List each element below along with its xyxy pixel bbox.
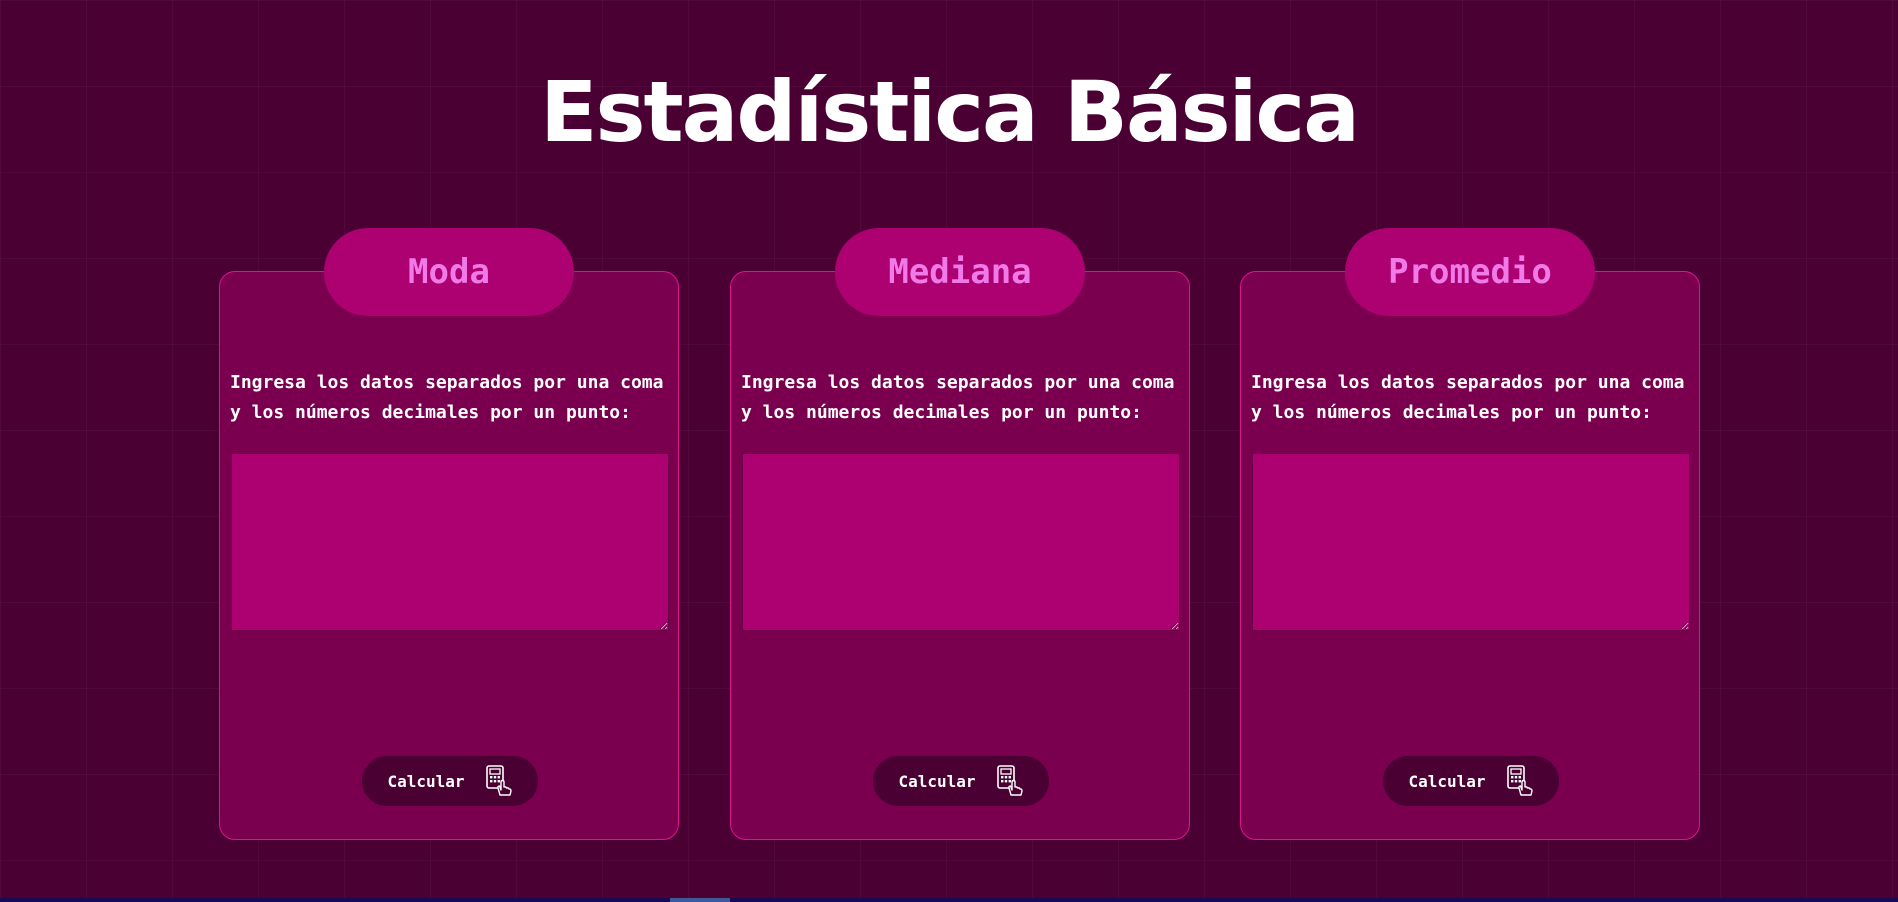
- card-instructions: Ingresa los datos separados por una coma…: [741, 372, 1175, 423]
- calculator-click-icon: [996, 765, 1024, 797]
- bottom-strip-accent: [670, 898, 730, 902]
- card-instructions: Ingresa los datos separados por una coma…: [1251, 372, 1685, 423]
- card-heading: Moda: [408, 252, 490, 292]
- calcular-moda-button[interactable]: Calcular: [362, 756, 538, 806]
- card-heading-pill: Promedio: [1345, 228, 1595, 316]
- card-instructions: Ingresa los datos separados por una coma…: [230, 372, 664, 423]
- card-heading: Mediana: [888, 252, 1032, 292]
- button-label: Calcular: [898, 771, 976, 791]
- button-label: Calcular: [387, 771, 465, 791]
- card-moda: Moda Ingresa los datos separados por una…: [219, 228, 679, 840]
- mediana-data-input[interactable]: [742, 453, 1180, 631]
- card-heading: Promedio: [1388, 252, 1552, 292]
- moda-data-input[interactable]: [231, 453, 669, 631]
- calculator-click-icon: [1506, 765, 1534, 797]
- calcular-mediana-button[interactable]: Calcular: [873, 756, 1049, 806]
- button-label: Calcular: [1408, 771, 1486, 791]
- bottom-strip: [0, 898, 1898, 902]
- card-promedio: Promedio Ingresa los datos separados por…: [1240, 228, 1700, 840]
- calcular-promedio-button[interactable]: Calcular: [1383, 756, 1559, 806]
- page-title: Estadística Básica: [540, 63, 1360, 161]
- calculator-click-icon: [485, 765, 513, 797]
- card-heading-pill: Moda: [324, 228, 574, 316]
- card-mediana: Mediana Ingresa los datos separados por …: [730, 228, 1190, 840]
- promedio-data-input[interactable]: [1252, 453, 1690, 631]
- card-heading-pill: Mediana: [835, 228, 1085, 316]
